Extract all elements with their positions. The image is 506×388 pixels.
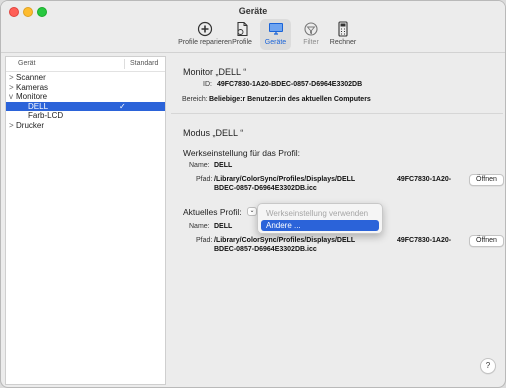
toolbar-label: Profile (232, 39, 252, 46)
colorsync-window: Geräte Profile reparieren Profile Geräte (0, 0, 506, 388)
monitor-scope-value: Beliebige:r Benutzer:in des aktuellen Co… (209, 96, 371, 103)
factory-path-label: Pfad: (196, 176, 213, 183)
toolbar-label: Rechner (329, 39, 357, 46)
column-header-standard[interactable]: Standard (130, 60, 158, 67)
open-factory-profile-button[interactable]: Öffnen (469, 174, 504, 186)
toolbar-label: Profile reparieren (178, 39, 232, 46)
mode-title: Modus „DELL “ (183, 128, 244, 138)
chevron-right-icon[interactable]: > (9, 121, 14, 131)
device-list: Gerät Standard > Scanner > Kameras v Mon… (5, 56, 166, 385)
filter-icon (304, 22, 318, 36)
display-icon (268, 23, 283, 35)
device-group-monitors[interactable]: v Monitore (6, 92, 165, 102)
window-title: Geräte (238, 6, 268, 16)
factory-name-label: Name: (189, 162, 210, 169)
factory-path-suffix: 49FC7830-1A20- (397, 176, 452, 183)
current-profile-popup[interactable]: ⌄ (247, 207, 257, 216)
monitor-title: Monitor „DELL “ (183, 67, 247, 77)
device-group-printers[interactable]: > Drucker (6, 121, 165, 131)
column-header-device[interactable]: Gerät (18, 60, 36, 67)
toolbar-label: Filter (303, 39, 319, 46)
checkmark-icon: ✓ (119, 101, 126, 111)
current-path-line1: /Library/ColorSync/Profiles/Displays/DEL… (214, 237, 356, 244)
factory-path-line2: BDEC-0857-D6964E3302DB.icc (214, 185, 317, 192)
menu-item-use-factory: Werkseinstellung verwenden (266, 209, 369, 218)
first-aid-icon (197, 21, 213, 37)
titlebar: Geräte Profile reparieren Profile Geräte (1, 1, 505, 53)
monitor-scope-label: Bereich: (182, 96, 208, 103)
help-button[interactable]: ? (480, 358, 496, 374)
section-divider (171, 113, 503, 114)
toolbar-profile-repair-button[interactable]: Profile reparieren (178, 19, 232, 50)
device-group-cameras[interactable]: > Kameras (6, 83, 165, 93)
monitor-id-label: ID: (203, 81, 212, 88)
factory-path-line1: /Library/ColorSync/Profiles/Displays/DEL… (214, 176, 356, 183)
factory-name-value: DELL (214, 162, 233, 169)
toolbar-calculator-button[interactable]: Rechner (328, 19, 358, 50)
device-list-header: Gerät Standard (6, 57, 165, 72)
calculator-icon (338, 21, 348, 37)
toolbar-devices-button[interactable]: Geräte (260, 19, 291, 50)
device-item-color-lcd[interactable]: Farb-LCD (6, 111, 165, 121)
device-group-label: Scanner (16, 73, 46, 82)
current-path-label: Pfad: (196, 237, 213, 244)
chevron-down-icon: ⌄ (249, 208, 255, 214)
current-path-line2: BDEC-0857-D6964E3302DB.icc (214, 246, 317, 253)
profile-document-icon (237, 21, 248, 37)
toolbar-profiles-button[interactable]: Profile (230, 19, 254, 50)
device-item-dell[interactable]: DELL ✓ (6, 101, 165, 111)
toolbar-filter-button[interactable]: Filter (299, 19, 323, 50)
factory-profile-heading: Werkseinstellung für das Profil: (183, 148, 301, 158)
profile-popup-menu: Werkseinstellung verwenden Andere ... (257, 203, 383, 234)
device-label: Farb-LCD (28, 111, 64, 120)
toolbar-label: Geräte (264, 39, 287, 46)
chevron-down-icon[interactable]: v (9, 92, 13, 102)
device-group-label: Kameras (16, 82, 49, 92)
current-path-suffix: 49FC7830-1A20- (397, 237, 452, 244)
open-current-profile-button[interactable]: Öffnen (469, 235, 504, 247)
current-name-label: Name: (189, 223, 210, 230)
menu-item-other[interactable]: Andere ... (261, 220, 379, 231)
monitor-id-value: 49FC7830-1A20-BDEC-0857-D6964E3302DB (217, 81, 363, 88)
device-group-label: Drucker (16, 120, 45, 130)
device-group-label: Monitore (16, 92, 48, 101)
column-separator (124, 59, 125, 69)
current-name-value: DELL (214, 223, 233, 230)
device-label: DELL (28, 101, 49, 111)
chevron-right-icon[interactable]: > (9, 83, 14, 93)
device-group-scanner[interactable]: > Scanner (6, 73, 165, 83)
current-profile-label: Aktuelles Profil: (183, 207, 242, 217)
chevron-right-icon[interactable]: > (9, 73, 14, 83)
